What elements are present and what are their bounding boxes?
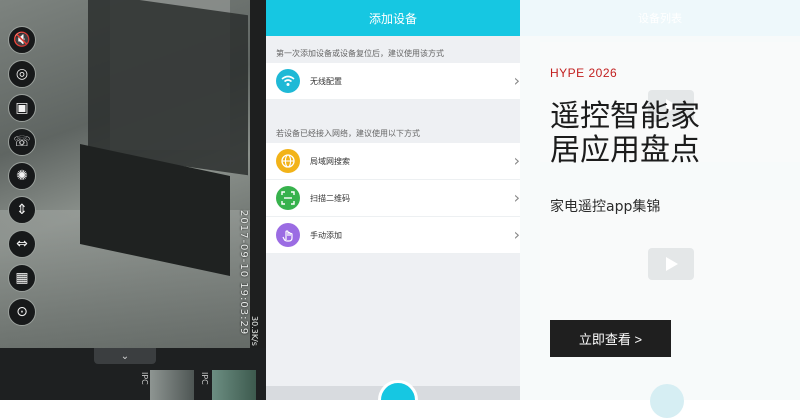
bottom-fab-button[interactable] [650, 384, 684, 418]
light-icon[interactable]: ✺ [8, 162, 36, 190]
hint-first-time: 第一次添加设备或设备复位后，建议使用该方式 [276, 49, 444, 58]
record-glyph: ▣ [15, 100, 29, 116]
camera-thumbnail[interactable] [150, 370, 194, 400]
option-qr-scan[interactable]: 扫描二维码 › [266, 180, 520, 217]
record-icon[interactable]: ▣ [8, 94, 36, 122]
hand-icon [276, 223, 300, 247]
qr-scan-icon [276, 186, 300, 210]
camera-thumbnail[interactable] [212, 370, 256, 400]
option-manual-add[interactable]: 手动添加 › [266, 217, 520, 254]
snapshot-glyph: ◎ [15, 66, 29, 82]
option-wireless-config[interactable]: 无线配置 › [266, 63, 520, 100]
grid-icon[interactable]: ▦ [8, 264, 36, 292]
thumbnail-label: IPC [200, 372, 209, 385]
snapshot-icon[interactable]: ◎ [8, 60, 36, 88]
wifi-icon [276, 69, 300, 93]
mute-glyph: 🔇 [13, 32, 31, 48]
view-now-button[interactable]: 立即查看 > [550, 320, 671, 357]
camera-toolbar: 🔇 ◎ ▣ ☏ ✺ ⇕ ⇔ ▦ ⊙ [8, 26, 38, 326]
chevron-down-icon[interactable]: ⌄ [94, 348, 156, 364]
light-glyph: ✺ [16, 168, 28, 184]
option-label: 局域网搜索 [310, 156, 350, 166]
ad-tag: HYPE 2026 [550, 66, 618, 80]
option-lan-search[interactable]: 局域网搜索 › [266, 143, 520, 180]
feed-desk [88, 0, 248, 176]
flip-horizontal-glyph: ⇔ [16, 236, 28, 252]
intercom-glyph: ☏ [13, 134, 31, 150]
wireless-list: 无线配置 › [266, 63, 520, 100]
page-title: 添加设备 [266, 0, 520, 36]
hint-networked: 若设备已经接入网络，建议使用以下方式 [276, 129, 420, 138]
option-label: 无线配置 [310, 76, 342, 86]
thumbnail-label: IPC [140, 372, 149, 385]
grid-glyph: ▦ [15, 270, 29, 286]
camera-bitrate: 30.3K/s [250, 316, 259, 346]
camera-timestamp: 2017-09-10 19:03:29 [238, 210, 249, 336]
ad-subtitle: 家电遥控app集锦 [550, 199, 661, 215]
focus-icon[interactable]: ⊙ [8, 298, 36, 326]
ad-title: 遥控智能家居应用盘点 [550, 99, 700, 168]
add-fab-button[interactable] [378, 380, 418, 400]
camera-view: 2017-09-10 19:03:29 30.3K/s 🔇 ◎ ▣ ☏ ✺ ⇕ … [0, 0, 266, 400]
flip-vertical-glyph: ⇕ [16, 202, 28, 218]
feed-edge [250, 0, 266, 348]
mute-icon[interactable]: 🔇 [8, 26, 36, 54]
focus-glyph: ⊙ [16, 304, 28, 320]
flip-vertical-icon[interactable]: ⇕ [8, 196, 36, 224]
flip-horizontal-icon[interactable]: ⇔ [8, 230, 36, 258]
intercom-icon[interactable]: ☏ [8, 128, 36, 156]
networked-list: 局域网搜索 › 扫描二维码 › 手动添加 › [266, 143, 520, 254]
globe-icon [276, 149, 300, 173]
camera-feed[interactable] [0, 0, 266, 350]
option-label: 手动添加 [310, 230, 342, 240]
option-label: 扫描二维码 [310, 193, 350, 203]
add-device-screen: 添加设备 第一次添加设备或设备复位后，建议使用该方式 无线配置 › 若设备已经接… [266, 0, 520, 400]
